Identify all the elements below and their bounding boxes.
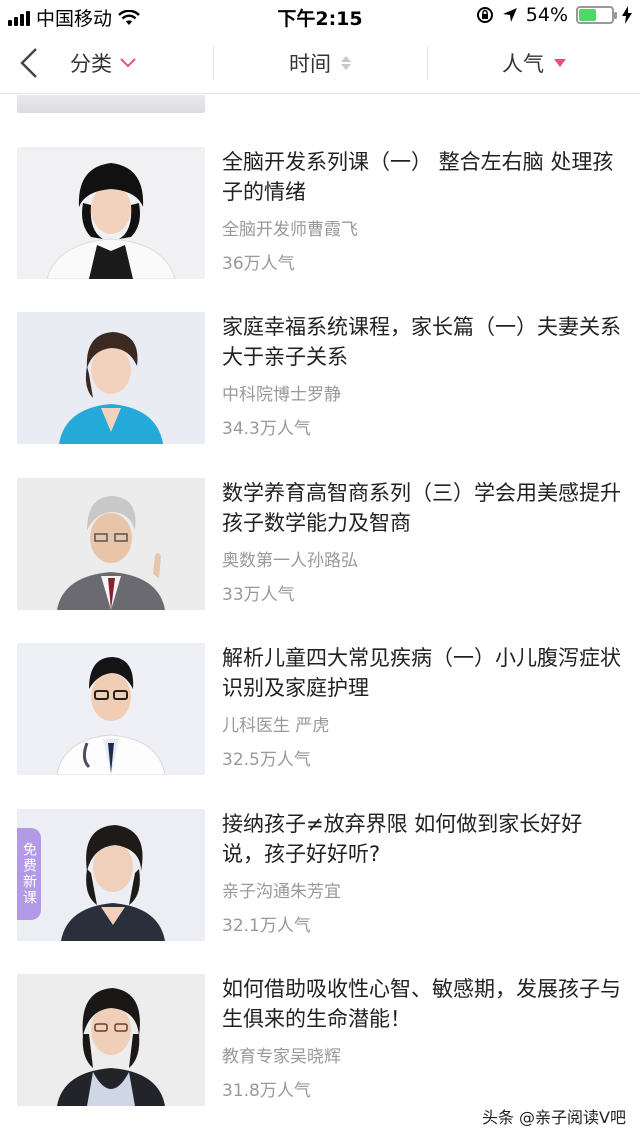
course-popularity: 34.3万人气 <box>222 419 311 439</box>
course-popularity: 33万人气 <box>222 585 295 605</box>
sort-desc-icon <box>554 59 566 67</box>
tab-category[interactable]: 分类 <box>60 32 210 94</box>
tab-time-label: 时间 <box>289 52 331 76</box>
course-popularity: 32.5万人气 <box>222 750 311 770</box>
teacher-photo <box>46 163 176 279</box>
course-author: 亲子沟通朱芳宜 <box>222 882 341 902</box>
course-title: 家庭幸福系统课程，家长篇（一）夫妻关系大于亲子关系 <box>222 315 621 369</box>
chevron-down-icon <box>120 58 136 68</box>
course-thumbnail <box>17 643 205 775</box>
course-author: 儿科医生 严虎 <box>222 716 330 736</box>
course-title: 接纳孩子≠放弃界限 如何做到家长好好说，孩子好好听? <box>222 812 583 866</box>
battery-fill <box>579 9 597 21</box>
course-thumbnail-partial[interactable] <box>17 95 205 113</box>
filter-bar: 分类 时间 人气 <box>0 32 640 94</box>
teacher-photo <box>57 496 165 610</box>
course-item[interactable]: 家庭幸福系统课程，家长篇（一）夫妻关系大于亲子关系 中科院博士罗静 34.3万人… <box>0 312 640 444</box>
teacher-photo <box>56 657 166 775</box>
course-author: 教育专家吴晓辉 <box>222 1047 341 1067</box>
course-author: 中科院博士罗静 <box>222 385 341 405</box>
teacher-photo <box>57 988 165 1106</box>
course-popularity: 31.8万人气 <box>222 1081 311 1101</box>
status-left: 中国移动 <box>8 4 140 31</box>
course-item[interactable]: 如何借助吸收性心智、敏感期，发展孩子与生俱来的生命潜能！ 教育专家吴晓辉 31.… <box>0 974 640 1106</box>
teacher-photo <box>61 825 165 941</box>
course-title: 数学养育高智商系列（三）学会用美感提升孩子数学能力及智商 <box>222 481 621 535</box>
status-bar: 中国移动 下午2:15 54% <box>0 0 640 32</box>
course-popularity: 36万人气 <box>222 254 295 274</box>
battery-icon <box>576 6 617 24</box>
battery-percent: 54% <box>525 4 568 26</box>
location-icon <box>502 8 517 22</box>
course-author: 全脑开发师曹霞飞 <box>222 220 358 240</box>
course-popularity: 32.1万人气 <box>222 916 311 936</box>
signal-icon <box>8 10 30 26</box>
charging-icon <box>622 6 632 24</box>
course-author: 奥数第一人孙路弘 <box>222 551 358 571</box>
course-thumbnail <box>17 147 205 279</box>
course-thumbnail <box>17 478 205 610</box>
course-thumbnail <box>17 809 205 941</box>
status-right: 54% <box>476 4 632 26</box>
course-thumbnail <box>17 312 205 444</box>
carrier-name: 中国移动 <box>36 8 113 30</box>
teacher-photo <box>59 332 163 444</box>
course-title: 解析儿童四大常见疾病（一）小儿腹泻症状识别及家庭护理 <box>222 646 621 700</box>
back-button[interactable] <box>16 46 46 80</box>
sort-icon <box>341 56 351 70</box>
tab-time[interactable]: 时间 <box>214 32 426 94</box>
tab-popular[interactable]: 人气 <box>428 32 640 94</box>
watermark: 头条 @亲子阅读V吧 <box>481 1108 626 1127</box>
course-title: 全脑开发系列课（一） 整合左右脑 处理孩子的情绪 <box>222 150 614 204</box>
course-item[interactable]: 解析儿童四大常见疾病（一）小儿腹泻症状识别及家庭护理 儿科医生 严虎 32.5万… <box>0 643 640 775</box>
course-title: 如何借助吸收性心智、敏感期，发展孩子与生俱来的生命潜能！ <box>222 977 621 1031</box>
tab-popular-label: 人气 <box>502 52 544 76</box>
course-item[interactable]: 全脑开发系列课（一） 整合左右脑 处理孩子的情绪 全脑开发师曹霞飞 36万人气 <box>0 147 640 279</box>
badge-text: 免费新课 <box>21 842 37 906</box>
tab-category-label: 分类 <box>70 52 112 76</box>
free-new-course-badge: 免费新课 <box>17 828 41 920</box>
course-item[interactable]: 数学养育高智商系列（三）学会用美感提升孩子数学能力及智商 奥数第一人孙路弘 33… <box>0 478 640 610</box>
course-thumbnail <box>17 974 205 1106</box>
orientation-lock-icon <box>476 7 493 23</box>
wifi-icon <box>118 9 140 25</box>
chevron-left-icon <box>20 48 37 78</box>
course-item[interactable]: 免费新课 接纳孩子≠放弃界限 如何做到家长好好说，孩子好好听? 亲子沟通朱芳宜 … <box>0 809 640 941</box>
